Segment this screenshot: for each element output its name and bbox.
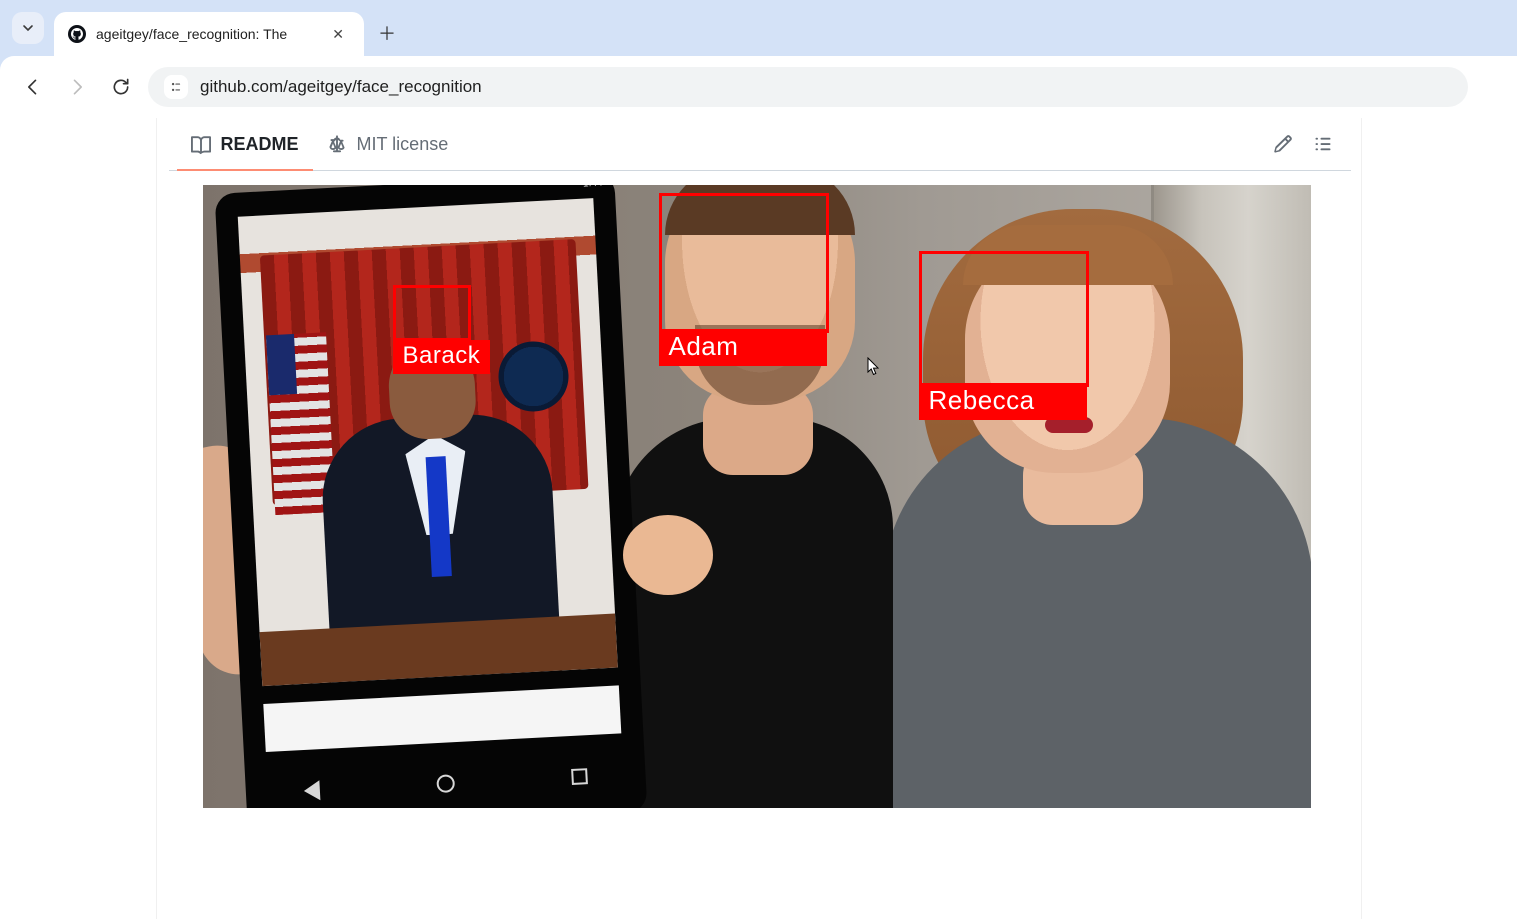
tab-readme[interactable]: README [177, 118, 313, 171]
pencil-icon [1273, 134, 1293, 154]
face-label: Barack [393, 340, 491, 374]
phone-device: 1:44 [214, 185, 647, 808]
edit-readme-button[interactable] [1273, 134, 1293, 154]
forward-button[interactable] [60, 70, 94, 104]
phone-nav-bar [244, 748, 646, 808]
back-button[interactable] [16, 70, 50, 104]
site-info-icon[interactable] [164, 75, 188, 99]
readme-header: README MIT license [169, 118, 1351, 171]
android-recents-icon [570, 768, 587, 785]
reload-button[interactable] [104, 70, 138, 104]
address-bar[interactable]: github.com/ageitgey/face_recognition [148, 67, 1468, 107]
tab-close-button[interactable]: ✕ [326, 24, 350, 45]
tabs-dropdown-button[interactable] [12, 12, 44, 44]
tab-title: ageitgey/face_recognition: The [96, 26, 287, 42]
android-home-icon [436, 774, 455, 793]
face-box-barack: Barack [393, 285, 471, 341]
face-label: Adam [659, 329, 827, 366]
tab-license[interactable]: MIT license [313, 118, 463, 171]
face-box-adam: Adam [659, 193, 829, 333]
phone-status-time: 1:44 [582, 185, 602, 195]
new-tab-button[interactable]: ＋ [372, 18, 402, 48]
law-icon [327, 135, 347, 155]
readme-demo-image: 1:44 [203, 185, 1311, 808]
android-back-icon [303, 780, 320, 801]
repo-readme-panel: README MIT license [156, 118, 1362, 919]
book-icon [191, 135, 211, 155]
list-icon [1313, 134, 1333, 154]
cursor-icon [867, 357, 881, 377]
browser-tab[interactable]: ageitgey/face_recognition: The ✕ [54, 12, 364, 56]
face-label: Rebecca [919, 383, 1087, 420]
outline-button[interactable] [1313, 134, 1333, 154]
face-box-rebecca: Rebecca [919, 251, 1089, 387]
github-favicon [68, 25, 86, 43]
browser-toolbar: github.com/ageitgey/face_recognition [0, 56, 1517, 118]
url-text: github.com/ageitgey/face_recognition [200, 77, 482, 97]
page-content: README MIT license [0, 118, 1517, 919]
browser-tab-strip: ageitgey/face_recognition: The ✕ ＋ [0, 0, 1517, 56]
tab-license-label: MIT license [357, 134, 449, 155]
tab-readme-label: README [221, 134, 299, 155]
